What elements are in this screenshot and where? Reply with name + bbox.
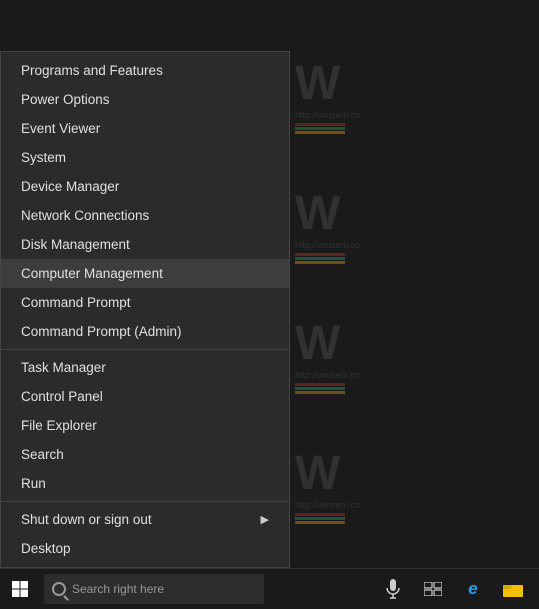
menu-item-network-connections[interactable]: Network Connections	[1, 201, 289, 230]
edge-browser-icon[interactable]: e	[455, 571, 491, 607]
menu-item-event-viewer[interactable]: Event Viewer	[1, 114, 289, 143]
menu-item-device-manager[interactable]: Device Manager	[1, 172, 289, 201]
search-placeholder: Search right here	[72, 582, 164, 596]
menu-item-system[interactable]: System	[1, 143, 289, 172]
menu-item-programs-features[interactable]: Programs and Features	[1, 56, 289, 85]
menu-item-control-panel[interactable]: Control Panel	[1, 382, 289, 411]
taskbar-search-box[interactable]: Search right here	[44, 574, 264, 604]
menu-item-command-prompt-admin[interactable]: Command Prompt (Admin)	[1, 317, 289, 346]
menu-item-computer-management[interactable]: Computer Management	[1, 259, 289, 288]
search-icon	[52, 582, 66, 596]
menu-item-desktop[interactable]: Desktop	[1, 534, 289, 563]
menu-item-command-prompt[interactable]: Command Prompt	[1, 288, 289, 317]
menu-item-run[interactable]: Run	[1, 469, 289, 498]
microphone-icon[interactable]	[375, 571, 411, 607]
menu-item-search[interactable]: Search	[1, 440, 289, 469]
menu-item-task-manager[interactable]: Task Manager	[1, 353, 289, 382]
file-explorer-icon[interactable]	[495, 571, 531, 607]
menu-item-disk-management[interactable]: Disk Management	[1, 230, 289, 259]
separator-2	[1, 501, 289, 502]
menu-item-shut-down[interactable]: Shut down or sign out ▶	[1, 505, 289, 534]
start-button[interactable]	[0, 569, 40, 609]
task-view-icon[interactable]	[415, 571, 451, 607]
separator-1	[1, 349, 289, 350]
taskbar: Search right here e	[0, 568, 539, 608]
menu-item-file-explorer[interactable]: File Explorer	[1, 411, 289, 440]
windows-logo-icon	[12, 581, 28, 597]
submenu-arrow-icon: ▶	[261, 513, 269, 526]
menu-item-power-options[interactable]: Power Options	[1, 85, 289, 114]
context-menu: Programs and Features Power Options Even…	[0, 51, 290, 568]
taskbar-right-icons: e	[375, 571, 539, 607]
